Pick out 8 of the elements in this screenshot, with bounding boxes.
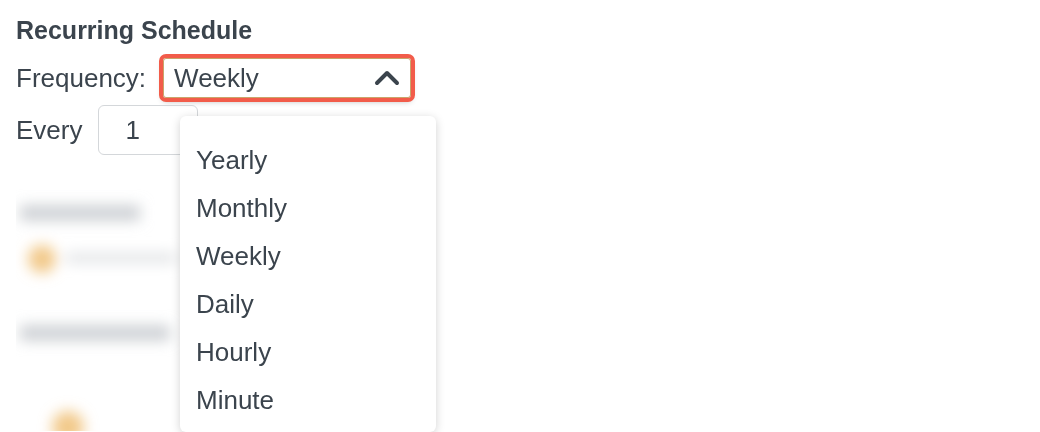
menu-option[interactable]: Hourly <box>180 328 436 376</box>
menu-option[interactable]: Minute <box>180 376 436 424</box>
menu-option[interactable]: Daily <box>180 280 436 328</box>
section-title: Recurring Schedule <box>16 15 254 46</box>
field-label: Every <box>16 115 83 145</box>
menu-option[interactable]: Weekly <box>180 232 436 280</box>
field-label: Frequency: <box>16 63 147 93</box>
menu-option[interactable]: Monthly <box>180 184 436 232</box>
